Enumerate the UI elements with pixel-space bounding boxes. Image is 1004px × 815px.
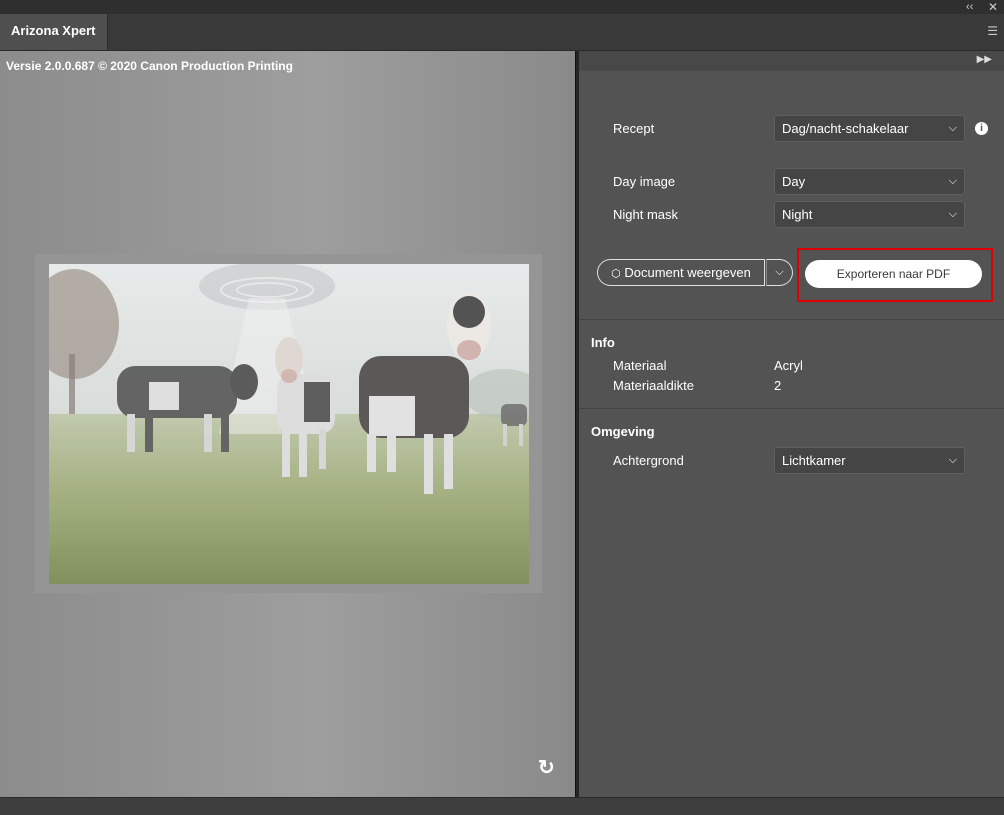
cube-icon: ⬡ (611, 268, 621, 280)
background-select-value: Lichtkamer (782, 453, 846, 468)
document-view-button[interactable]: ⬡ Document weergeven (597, 259, 765, 286)
background-label: Achtergrond (613, 453, 684, 468)
info-heading: Info (591, 335, 615, 350)
night-mask-label: Night mask (613, 207, 679, 222)
preview-image (49, 264, 529, 584)
cows-photo (49, 264, 529, 584)
chevron-down-icon: ⌵ (948, 454, 957, 466)
night-mask-select-value: Night (782, 207, 813, 222)
material-value: Acryl (774, 358, 803, 373)
divider (579, 408, 1004, 409)
panel-tab-bar: Arizona Xpert ☰ (0, 14, 1004, 51)
recipe-label: Recept (613, 121, 655, 136)
refresh-icon[interactable]: ↻ (538, 755, 555, 780)
divider (579, 319, 1004, 320)
tab-arizona-xpert[interactable]: Arizona Xpert (0, 14, 108, 50)
settings-panel: ▶▶ Recept Dag/nacht-schakelaar ⌵ i Day i… (579, 51, 1004, 802)
chevron-down-icon: ⌵ (948, 175, 957, 187)
chevron-down-icon: ⌵ (948, 122, 957, 134)
preview-area: Versie 2.0.0.687 © 2020 Canon Production… (0, 51, 575, 797)
settings-panel-header: ▶▶ (579, 51, 1004, 71)
info-icon[interactable]: i (975, 122, 988, 135)
highlight-box (797, 248, 993, 302)
bottom-resize-bar[interactable] (0, 797, 1004, 815)
document-view-dropdown[interactable]: ⌵ (766, 259, 793, 286)
chevron-down-icon: ⌵ (948, 208, 957, 220)
thickness-label: Materiaaldikte (613, 378, 694, 393)
recipe-select-value: Dag/nacht-schakelaar (782, 121, 909, 136)
version-text: Versie 2.0.0.687 © 2020 Canon Production… (6, 59, 293, 73)
window-title-bar: ‹‹ ✕ (0, 0, 1004, 14)
recipe-select[interactable]: Dag/nacht-schakelaar ⌵ (774, 115, 965, 142)
chevron-down-icon: ⌵ (775, 266, 784, 278)
environment-heading: Omgeving (591, 424, 655, 439)
print-preview-frame (35, 254, 542, 593)
background-select[interactable]: Lichtkamer ⌵ (774, 447, 965, 474)
night-mask-select[interactable]: Night ⌵ (774, 201, 965, 228)
material-label: Materiaal (613, 358, 667, 373)
day-image-label: Day image (613, 174, 676, 189)
double-chevron-left-icon[interactable]: ‹‹ (966, 0, 973, 14)
document-view-label: Document weergeven (624, 265, 751, 280)
double-chevron-right-icon[interactable]: ▶▶ (977, 54, 992, 65)
day-image-select-value: Day (782, 174, 806, 189)
day-image-select[interactable]: Day ⌵ (774, 168, 965, 195)
hamburger-menu-icon[interactable]: ☰ (987, 24, 998, 38)
thickness-value: 2 (774, 378, 782, 393)
close-icon[interactable]: ✕ (988, 0, 998, 14)
